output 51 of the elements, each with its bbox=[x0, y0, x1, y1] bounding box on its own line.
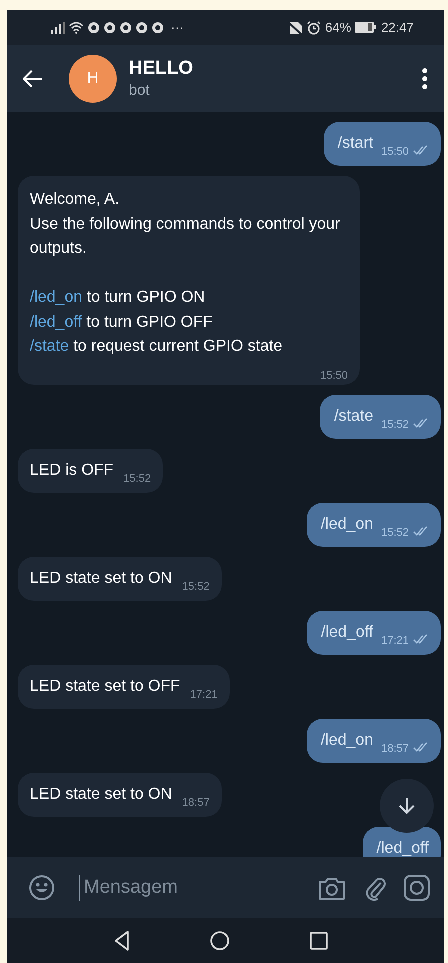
down-arrow-icon bbox=[399, 797, 415, 815]
triangle-back-icon bbox=[114, 930, 130, 950]
message-time: 17:21 bbox=[381, 634, 409, 646]
command-link[interactable]: /led_off bbox=[30, 314, 82, 330]
message-time: 18:57 bbox=[381, 742, 409, 754]
clock-time: 22:47 bbox=[381, 20, 414, 35]
alarm-icon bbox=[307, 20, 322, 34]
command-link[interactable]: /led_on bbox=[30, 289, 82, 306]
message-time: 15:50 bbox=[320, 370, 348, 382]
message-text: Use the following commands to control your outputs. bbox=[30, 216, 340, 257]
message-text: LED state set to ON bbox=[30, 784, 172, 804]
message-text: /led_off bbox=[321, 622, 374, 642]
message-text: /led_off to turn GPIO OFF bbox=[30, 314, 213, 330]
message-time: 18:57 bbox=[182, 796, 210, 808]
square-recents-icon bbox=[310, 932, 328, 950]
message-time: 15:52 bbox=[124, 472, 152, 484]
message-time: 15:52 bbox=[381, 418, 409, 430]
message-text: /start bbox=[338, 134, 374, 154]
app-notification-icon bbox=[88, 22, 100, 34]
message-time: 15:52 bbox=[182, 580, 210, 592]
message-text: /led_off bbox=[376, 838, 429, 857]
app-notification-icon bbox=[136, 22, 148, 34]
message-text: Welcome, A. bbox=[30, 191, 120, 208]
message-text: LED is OFF bbox=[30, 460, 114, 480]
smiley-icon bbox=[29, 874, 55, 900]
chat-subtitle: bot bbox=[129, 82, 151, 99]
message-text: /led_on to turn GPIO ON bbox=[30, 289, 206, 306]
message-text: LED state set to OFF bbox=[30, 676, 180, 696]
circle-home-icon bbox=[210, 930, 230, 950]
message-text: /led_on bbox=[320, 514, 374, 534]
more-notifications: ··· bbox=[171, 20, 184, 35]
app-notification-icon bbox=[104, 22, 116, 34]
signal-icon bbox=[51, 22, 65, 34]
battery-icon bbox=[355, 22, 378, 33]
back-arrow-icon bbox=[23, 70, 43, 88]
wifi-icon bbox=[69, 22, 84, 34]
battery-percentage: 64% bbox=[325, 20, 352, 35]
message-text: /state bbox=[334, 406, 374, 426]
chat-title: HELLO bbox=[129, 58, 194, 80]
app-notification-icon bbox=[152, 22, 164, 34]
message-time: 17:21 bbox=[190, 688, 218, 700]
message-time: 15:52 bbox=[381, 526, 409, 538]
message-text: /led_on bbox=[320, 730, 374, 750]
message-text: /state to request current GPIO state bbox=[30, 338, 283, 355]
avatar: H bbox=[69, 54, 117, 102]
message-time: 15:50 bbox=[381, 146, 409, 158]
app-notification-icon bbox=[120, 22, 132, 34]
message-text: LED state set to ON bbox=[30, 568, 172, 588]
command-link[interactable]: /state bbox=[30, 338, 70, 355]
no-sim-icon bbox=[287, 20, 304, 34]
kebab-menu-icon bbox=[422, 68, 428, 90]
